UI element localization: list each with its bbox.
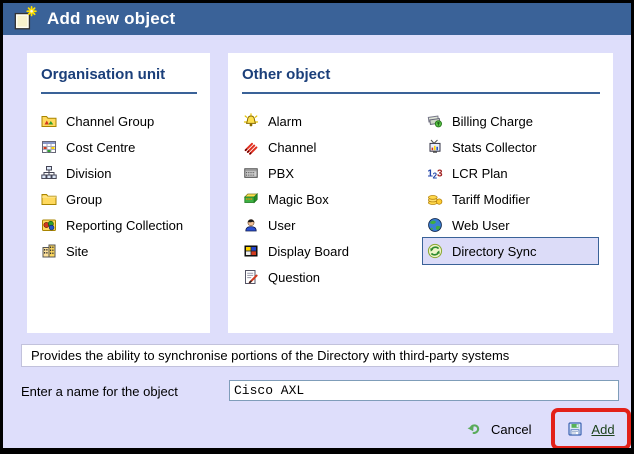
object-item-label: Directory Sync xyxy=(452,244,537,259)
undo-arrow-icon xyxy=(466,421,482,437)
reporting-collection-icon xyxy=(41,217,57,233)
object-item-label: Reporting Collection xyxy=(66,218,183,233)
save-disk-icon xyxy=(567,421,583,437)
organisation-unit-rule xyxy=(41,92,197,94)
object-item-label: Magic Box xyxy=(268,192,329,207)
object-item-label: Web User xyxy=(452,218,510,233)
magic-box-icon xyxy=(243,191,259,207)
object-item-alarm[interactable]: Alarm xyxy=(243,108,423,134)
object-item-label: LCR Plan xyxy=(452,166,508,181)
channel-icon xyxy=(243,139,259,155)
object-item-label: Site xyxy=(66,244,88,259)
object-item-reporting-collection[interactable]: Reporting Collection xyxy=(41,212,183,238)
organisation-unit-list: Channel Group Cost Centre Division Group… xyxy=(41,108,183,264)
new-document-icon xyxy=(11,6,37,32)
object-item-tariff-modifier[interactable]: Tariff Modifier xyxy=(427,186,603,212)
object-item-label: Channel xyxy=(268,140,316,155)
cancel-button[interactable]: Cancel xyxy=(466,421,531,437)
stats-collector-icon xyxy=(427,139,443,155)
display-board-icon xyxy=(243,243,259,259)
object-item-label: Display Board xyxy=(268,244,349,259)
dialog-titlebar: Add new object xyxy=(3,3,631,35)
object-item-billing-charge[interactable]: Billing Charge xyxy=(427,108,603,134)
group-icon xyxy=(41,191,57,207)
other-object-column-2: Billing Charge Stats Collector LCR Plan … xyxy=(427,108,603,264)
object-item-label: Tariff Modifier xyxy=(452,192,530,207)
organisation-unit-heading: Organisation unit xyxy=(41,66,197,83)
add-new-object-dialog: Add new object Organisation unit Channel… xyxy=(0,0,634,454)
object-item-label: Stats Collector xyxy=(452,140,537,155)
site-icon xyxy=(41,243,57,259)
billing-charge-icon xyxy=(427,113,443,129)
pbx-icon xyxy=(243,165,259,181)
add-label: Add xyxy=(591,422,614,437)
object-item-label: Cost Centre xyxy=(66,140,135,155)
object-item-label: Billing Charge xyxy=(452,114,533,129)
object-item-group[interactable]: Group xyxy=(41,186,183,212)
object-item-division[interactable]: Division xyxy=(41,160,183,186)
object-item-question[interactable]: Question xyxy=(243,264,423,290)
question-icon xyxy=(243,269,259,285)
other-object-panel: Other object Alarm Channel PBX Magic Box… xyxy=(228,53,613,333)
division-icon xyxy=(41,165,57,181)
lcr-plan-icon xyxy=(427,165,443,181)
alarm-icon xyxy=(243,113,259,129)
object-item-web-user[interactable]: Web User xyxy=(427,212,603,238)
other-object-column-1: Alarm Channel PBX Magic Box User Display… xyxy=(243,108,423,290)
organisation-unit-panel: Organisation unit Channel Group Cost Cen… xyxy=(27,53,210,333)
object-description: Provides the ability to synchronise port… xyxy=(21,344,619,367)
object-name-input[interactable] xyxy=(229,380,619,401)
channel-group-icon xyxy=(41,113,57,129)
web-user-icon xyxy=(427,217,443,233)
object-item-channel[interactable]: Channel xyxy=(243,134,423,160)
object-item-label: Division xyxy=(66,166,112,181)
object-item-directory-sync-selected[interactable]: Directory Sync xyxy=(423,238,598,264)
object-item-label: Question xyxy=(268,270,320,285)
object-item-display-board[interactable]: Display Board xyxy=(243,238,423,264)
object-item-channel-group[interactable]: Channel Group xyxy=(41,108,183,134)
object-item-pbx[interactable]: PBX xyxy=(243,160,423,186)
add-button-red-highlight: Add xyxy=(551,408,631,450)
name-field-label: Enter a name for the object xyxy=(21,384,178,399)
object-item-label: Alarm xyxy=(268,114,302,129)
object-item-lcr-plan[interactable]: LCR Plan xyxy=(427,160,603,186)
add-button[interactable]: Add xyxy=(567,421,614,437)
object-item-label: Group xyxy=(66,192,102,207)
user-icon xyxy=(243,217,259,233)
object-item-cost-centre[interactable]: Cost Centre xyxy=(41,134,183,160)
directory-sync-icon xyxy=(427,243,443,259)
other-object-heading: Other object xyxy=(242,66,600,83)
cancel-label: Cancel xyxy=(491,422,531,437)
object-item-site[interactable]: Site xyxy=(41,238,183,264)
object-item-magic-box[interactable]: Magic Box xyxy=(243,186,423,212)
object-item-label: User xyxy=(268,218,295,233)
object-item-stats-collector[interactable]: Stats Collector xyxy=(427,134,603,160)
object-item-label: PBX xyxy=(268,166,294,181)
other-object-rule xyxy=(242,92,600,94)
object-item-user[interactable]: User xyxy=(243,212,423,238)
object-item-label: Channel Group xyxy=(66,114,154,129)
tariff-modifier-icon xyxy=(427,191,443,207)
cost-centre-icon xyxy=(41,139,57,155)
dialog-title: Add new object xyxy=(47,9,175,29)
